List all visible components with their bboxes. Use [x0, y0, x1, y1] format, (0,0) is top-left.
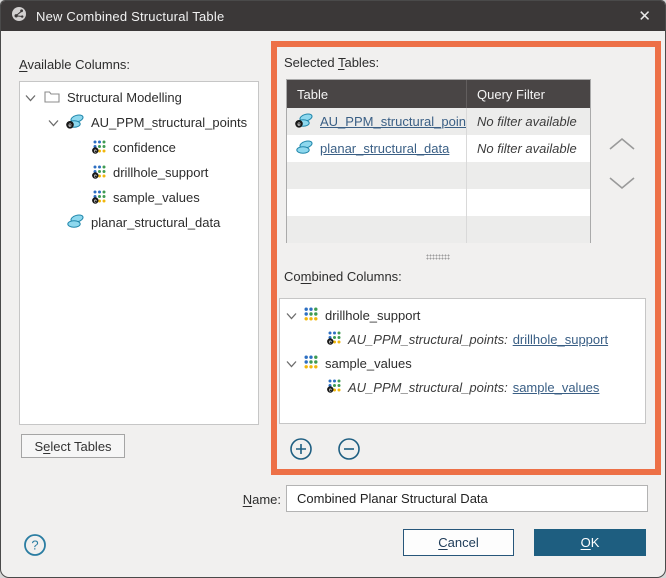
planar-table-icon — [295, 139, 314, 158]
cancel-button[interactable]: Cancel — [403, 529, 514, 556]
table-link-planar-structural-data[interactable]: planar_structural_data — [320, 141, 449, 156]
column-dots-icon: e — [327, 330, 342, 348]
structural-points-table-icon: e — [66, 113, 85, 132]
column-dots-icon: e — [327, 378, 342, 396]
move-up-button[interactable] — [607, 136, 637, 156]
combined-source-row[interactable]: e AU_PPM_structural_points: drillhole_su… — [280, 327, 645, 351]
close-icon: ✕ — [638, 7, 651, 25]
combined-columns-tree: drillhole_support e AU_PPM_structural_po… — [279, 298, 646, 424]
name-label: Name: — [201, 492, 281, 507]
svg-text:e: e — [94, 148, 97, 154]
tree-item-label: planar_structural_data — [91, 215, 220, 230]
ok-button[interactable]: OK — [534, 529, 646, 556]
structural-points-table-icon: e — [295, 112, 314, 131]
table-row-empty[interactable] — [287, 189, 590, 216]
tree-item-sample-values[interactable]: e sample_values — [20, 185, 258, 210]
folder-icon — [44, 90, 60, 106]
svg-text:e: e — [94, 198, 97, 204]
screen: New Combined Structural Table ✕ Availabl… — [0, 0, 666, 578]
source-table-name: AU_PPM_structural_points: — [348, 332, 508, 347]
tree-item-label: AU_PPM_structural_points — [91, 115, 247, 130]
planar-table-icon — [66, 213, 85, 232]
column-dots-icon: e — [92, 164, 107, 182]
table-row-empty[interactable] — [287, 162, 590, 189]
combined-column-dots-icon — [303, 306, 319, 325]
selected-tables-label: Selected Tables: — [284, 55, 379, 70]
column-dots-icon: e — [92, 139, 107, 157]
tree-item-drillhole-support[interactable]: e drillhole_support — [20, 160, 258, 185]
tree-item-planar-structural-data[interactable]: planar_structural_data — [20, 210, 258, 235]
combined-group-label: drillhole_support — [325, 308, 420, 323]
svg-text:?: ? — [31, 538, 38, 553]
plus-circle-icon — [289, 448, 313, 465]
query-filter-value: No filter available — [467, 108, 590, 135]
combined-group-sample-values[interactable]: sample_values — [280, 351, 645, 375]
query-filter-value: No filter available — [467, 135, 590, 162]
dialog-title: New Combined Structural Table — [36, 9, 224, 24]
select-tables-button[interactable]: Select Tables — [21, 434, 125, 458]
minus-circle-icon — [337, 448, 361, 465]
close-button[interactable]: ✕ — [638, 1, 651, 31]
help-icon: ? — [23, 544, 47, 561]
tree-item-au-ppm-structural-points[interactable]: e AU_PPM_structural_points — [20, 110, 258, 135]
svg-text:e: e — [94, 173, 97, 179]
svg-text:e: e — [329, 339, 332, 345]
table-row[interactable]: e AU_PPM_structural_poin... No filter av… — [287, 108, 590, 135]
tree-item-label: sample_values — [113, 190, 200, 205]
move-down-button[interactable] — [607, 175, 637, 195]
selected-tables-table: Table Query Filter e AU_PPM_structural_p… — [286, 79, 591, 243]
chevron-down-icon[interactable] — [286, 308, 297, 323]
combined-column-dots-icon — [303, 354, 319, 373]
chevron-down-icon[interactable] — [286, 356, 297, 371]
add-combined-column-button[interactable] — [289, 437, 313, 461]
table-row-empty[interactable] — [287, 216, 590, 243]
available-columns-tree: Structural Modelling e AU_PPM_structural… — [19, 81, 259, 425]
app-logo-icon — [11, 6, 27, 27]
chevron-down-icon[interactable] — [25, 90, 36, 105]
svg-text:e: e — [329, 387, 332, 393]
name-input[interactable] — [286, 485, 648, 512]
table-row[interactable]: planar_structural_data No filter availab… — [287, 135, 590, 162]
table-header-row: Table Query Filter — [287, 80, 590, 108]
combined-source-row[interactable]: e AU_PPM_structural_points: sample_value… — [280, 375, 645, 399]
column-dots-icon: e — [92, 189, 107, 207]
chevron-up-icon — [608, 136, 636, 157]
chevron-down-icon — [608, 175, 636, 196]
tree-item-label: confidence — [113, 140, 176, 155]
column-header-query-filter[interactable]: Query Filter — [467, 80, 590, 108]
available-columns-label: Available Columns: — [19, 57, 130, 72]
dialog-new-combined-structural-table: New Combined Structural Table ✕ Availabl… — [0, 0, 666, 578]
source-table-name: AU_PPM_structural_points: — [348, 380, 508, 395]
tree-item-label: drillhole_support — [113, 165, 208, 180]
combined-group-label: sample_values — [325, 356, 412, 371]
tree-item-structural-modelling[interactable]: Structural Modelling — [20, 85, 258, 110]
splitter-handle[interactable] — [426, 254, 450, 260]
column-header-table[interactable]: Table — [287, 80, 467, 108]
tree-item-confidence[interactable]: e confidence — [20, 135, 258, 160]
tree-item-label: Structural Modelling — [67, 90, 182, 105]
help-button[interactable]: ? — [23, 533, 47, 557]
source-column-link[interactable]: sample_values — [513, 380, 600, 395]
title-bar[interactable]: New Combined Structural Table ✕ — [1, 1, 665, 31]
source-column-link[interactable]: drillhole_support — [513, 332, 608, 347]
chevron-down-icon[interactable] — [48, 115, 59, 130]
combined-group-drillhole-support[interactable]: drillhole_support — [280, 303, 645, 327]
remove-combined-column-button[interactable] — [337, 437, 361, 461]
table-link-au-ppm-structural-points[interactable]: AU_PPM_structural_poin... — [320, 114, 467, 129]
combined-columns-label: Combined Columns: — [284, 269, 402, 284]
